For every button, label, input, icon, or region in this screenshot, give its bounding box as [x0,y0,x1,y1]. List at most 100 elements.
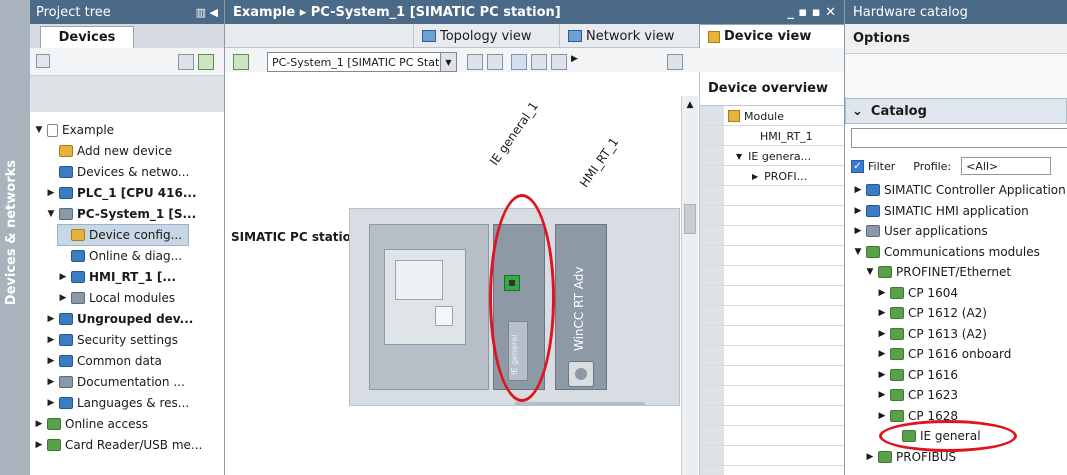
expand-right-icon[interactable]: ▶ [58,293,68,303]
tree-item[interactable]: ▼ Example [34,120,115,140]
window-controls[interactable]: _ ▪ ▪ ✕ [787,5,836,20]
expand-right-icon[interactable]: ▶ [46,398,56,408]
expand-right-icon[interactable]: ▶ [46,377,56,387]
tree-item[interactable]: Add new device [46,141,172,161]
device-canvas[interactable]: IE general_1 HMI_RT_1 SIMATIC PC station… [225,96,680,475]
tab-devices[interactable]: Devices [40,26,134,48]
expand-right-icon[interactable]: ▶ [34,440,44,450]
zoom-icon[interactable] [511,54,527,70]
tree-item[interactable]: ▶ Documentation ... [46,372,185,392]
tree-item[interactable]: ▶ HMI_RT_1 [... [58,267,177,287]
expand-right-icon[interactable]: ▶ [865,452,875,462]
tree-item[interactable]: ▶ Local modules [58,288,176,308]
catalog-item[interactable]: ▶ CP 1623 [877,385,958,405]
options-header[interactable]: Options [845,24,1067,54]
expand-down-icon[interactable]: ▼ [34,125,44,135]
catalog-search-input[interactable] [851,128,1067,148]
catalog-item[interactable]: ▶ CP 1612 (A2) [877,303,987,323]
tree-item[interactable]: ▶ Languages & res... [46,393,190,413]
expand-right-icon[interactable]: ▶ [877,288,887,298]
overview-row[interactable]: ▼ IE genera... [736,146,811,166]
grid-icon[interactable] [467,54,483,70]
device-select[interactable]: PC-System_1 [SIMATIC PC Stat ▼ [267,52,457,72]
device-overview-panel: Device overview Module HMI_RT_1 ▼ IE gener… [699,72,846,475]
project-view-icon[interactable] [36,54,50,68]
catalog-item[interactable]: ▶ CP 1613 (A2) [877,324,987,344]
table-icon[interactable] [531,54,547,70]
expand-right-icon[interactable]: ▶ [877,349,887,359]
expand-right-icon[interactable]: ▶ [46,335,56,345]
tree-item[interactable]: ▶ Security settings [46,330,178,350]
name-icon[interactable] [487,54,503,70]
canvas-scrollbar[interactable]: ▲ [681,96,698,475]
side-strip-label[interactable]: Devices & networks [4,160,19,305]
expand-right-icon[interactable]: ▶ [853,206,863,216]
tree-item-label: Online access [65,417,148,431]
expand-right-icon[interactable]: ▶ [877,329,887,339]
overview-row[interactable]: HMI_RT_1 [760,126,813,146]
catalog-item[interactable]: ▶ SIMATIC Controller Application [853,180,1066,200]
expand-right-icon[interactable]: ▶ [46,314,56,324]
catalog-item[interactable]: ▶ CP 1604 [877,283,958,303]
expand-right-icon[interactable]: ▶ [853,185,863,195]
expand-right-icon[interactable]: ▶ [46,188,56,198]
expand-down-icon[interactable]: ▼ [736,152,742,161]
chevron-down-icon[interactable]: ▼ [440,53,456,71]
expand-right-icon[interactable]: ▶ [877,390,887,400]
catalog-item[interactable]: ▼ Communications modules [853,242,1040,262]
overview-row[interactable]: ▶ PROFI... [752,166,807,186]
panel-toggle-icon[interactable] [667,54,683,70]
tree-item[interactable]: ▶ Online access [34,414,148,434]
scrollbar-thumb[interactable] [684,204,696,234]
overview-icon[interactable] [198,54,214,70]
canvas-top-strip [225,72,699,96]
catalog-item[interactable]: ▶ User applications [853,221,988,241]
side-strip[interactable]: Devices & networks [0,0,30,475]
hmi-module[interactable]: WinCC RT Adv [555,224,607,390]
tab-device-view[interactable]: Device view [699,24,845,48]
tree-item[interactable]: Devices & netwo... [46,162,189,182]
details-view-icon[interactable] [178,54,194,70]
tree-item[interactable]: Device config... [57,224,189,246]
catalog-item[interactable]: ▶ SIMATIC HMI application [853,201,1029,221]
tree-item-label: Common data [77,354,162,368]
expand-down-icon[interactable]: ▼ [46,209,56,219]
page-icon[interactable] [551,54,567,70]
catalog-item[interactable]: ▶ CP 1616 [877,365,958,385]
expand-right-icon[interactable]: ▶ [877,370,887,380]
collapse-panel-icon[interactable]: ▥ ◀ [196,6,218,19]
highlight-oval-card [489,194,555,402]
folder-icon [890,389,904,401]
more-icon[interactable]: ▶ [571,54,578,64]
scroll-up-icon[interactable]: ▲ [684,100,696,110]
expand-right-icon[interactable]: ▶ [752,172,758,181]
tree-item[interactable]: ▶ Common data [46,351,162,371]
expand-down-icon[interactable]: ▼ [853,247,863,257]
expand-right-icon[interactable]: ▶ [853,226,863,236]
profile-select[interactable]: <All> [961,157,1052,175]
tree-item[interactable]: ▶ PLC_1 [CPU 416... [46,183,197,203]
tree-item[interactable]: ▶ Ungrouped dev... [46,309,194,329]
catalog-title: Hardware catalog [853,4,968,20]
device-overview-title: Device overview [700,72,845,106]
expand-right-icon[interactable]: ▶ [58,272,68,282]
tree-item[interactable]: ▶ Card Reader/USB me... [34,435,203,455]
tab-network-view[interactable]: Network view [559,24,682,48]
filter-checkbox[interactable]: ✓ [851,159,864,173]
catalog-item-label: CP 1612 (A2) [908,306,987,320]
expand-right-icon[interactable]: ▶ [877,308,887,318]
expand-right-icon[interactable]: ▶ [877,411,887,421]
catalog-item[interactable]: ▼ PROFINET/Ethernet [865,262,1012,282]
device-icon[interactable] [233,54,249,70]
tree-item[interactable]: ▼ PC-System_1 [S... [46,204,197,224]
expand-right-icon[interactable]: ▶ [46,356,56,366]
tree-item-label: Example [62,123,115,137]
pc-module[interactable] [369,224,489,390]
tab-topology-view[interactable]: Topology view [413,24,539,48]
catalog-item-label: CP 1616 [908,367,958,382]
catalog-section-header[interactable]: ⌄ Catalog [845,98,1067,124]
tree-item[interactable]: Online & diag... [58,246,182,266]
expand-right-icon[interactable]: ▶ [34,419,44,429]
catalog-item[interactable]: ▶ CP 1616 onboard [877,344,1012,364]
expand-down-icon[interactable]: ▼ [865,267,875,277]
